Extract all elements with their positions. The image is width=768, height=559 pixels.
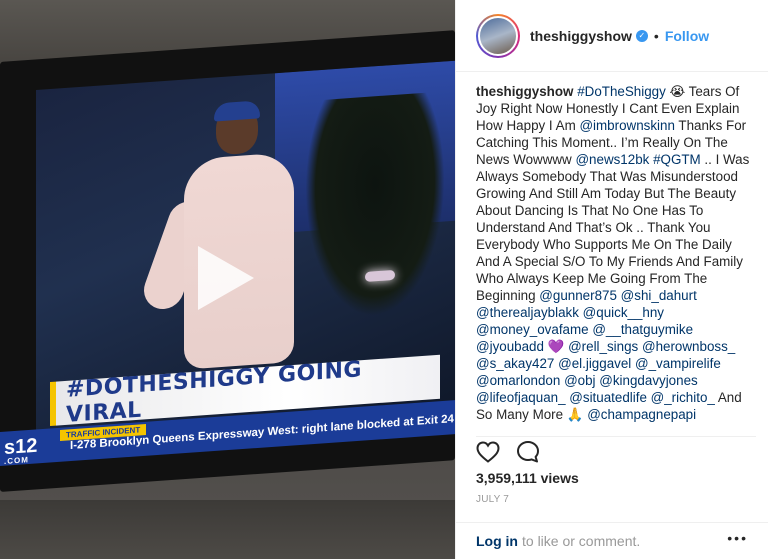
car-light [365, 269, 395, 282]
caption-link[interactable]: @therealjayblakk [476, 305, 579, 320]
heart-icon[interactable] [476, 441, 500, 463]
login-prompt: Log in to like or comment. [456, 522, 768, 559]
caption-link[interactable]: @el.jiggavel [558, 356, 631, 371]
post-date: JULY 7 [476, 494, 510, 505]
post-panel: theshiggyshow ✓ • Follow theshiggyshow #… [455, 0, 768, 559]
channel-logo: s12 .COM [4, 434, 38, 466]
floor [0, 500, 455, 559]
caption-link[interactable]: @imbrownskinn [579, 118, 674, 133]
caption-link[interactable]: @kingdavyjones [599, 373, 697, 388]
play-icon[interactable] [198, 246, 254, 310]
caption-link[interactable]: @jyoubadd [476, 339, 544, 354]
caption-link[interactable]: @__thatguymike [592, 322, 693, 337]
follow-button[interactable]: Follow [665, 28, 709, 44]
separator-dot: • [653, 27, 659, 44]
caption-link[interactable]: @gunner875 [539, 288, 617, 303]
caption-link[interactable]: @herownboss_ [642, 339, 735, 354]
caption-link[interactable]: @_richito_ [651, 390, 715, 405]
caption-link[interactable]: @omarlondon [476, 373, 560, 388]
post-header: theshiggyshow ✓ • Follow [456, 0, 768, 72]
caption-text: 💜 [543, 339, 569, 354]
login-suffix: to like or comment. [522, 533, 641, 549]
caption-link[interactable]: #QGTM [653, 152, 701, 167]
caption-link[interactable]: @champagnepapi [587, 407, 696, 422]
dancer [138, 91, 306, 391]
caption-link[interactable]: @money_ovafame [476, 322, 589, 337]
caption-link[interactable]: #DoTheShiggy [577, 84, 666, 99]
login-link[interactable]: Log in [476, 533, 518, 549]
caption-link[interactable]: @obj [564, 373, 595, 388]
caption-username[interactable]: theshiggyshow [476, 84, 573, 99]
video-player[interactable]: #DOTHESHIGGY GOING VIRAL TRAFFIC INCIDEN… [0, 0, 455, 559]
caption-link[interactable]: @quick__hny [583, 305, 664, 320]
more-options-icon[interactable]: ••• [727, 530, 748, 546]
caption-link[interactable]: @shi_dahurt [621, 288, 697, 303]
caption-link[interactable]: @_vampirelife [635, 356, 721, 371]
caption-text: .. I Was Always Somebody That Was Misund… [476, 152, 750, 303]
tree [305, 91, 445, 322]
caption-link[interactable]: @lifeofjaquan_ [476, 390, 566, 405]
comment-icon[interactable] [516, 440, 540, 464]
action-bar [476, 436, 756, 467]
view-count: 3,959,111 views [476, 470, 579, 486]
caption-link[interactable]: @rell_sings [568, 339, 638, 354]
caption-link[interactable]: @s_akay427 [476, 356, 554, 371]
post-caption: theshiggyshow #DoTheShiggy 😭 Tears Of Jo… [476, 83, 756, 423]
caption-link[interactable]: @situatedlife [569, 390, 647, 405]
caption-link[interactable]: @news12bk [575, 152, 649, 167]
username[interactable]: theshiggyshow [530, 28, 632, 44]
avatar[interactable] [476, 13, 520, 58]
verified-badge-icon: ✓ [635, 29, 648, 42]
